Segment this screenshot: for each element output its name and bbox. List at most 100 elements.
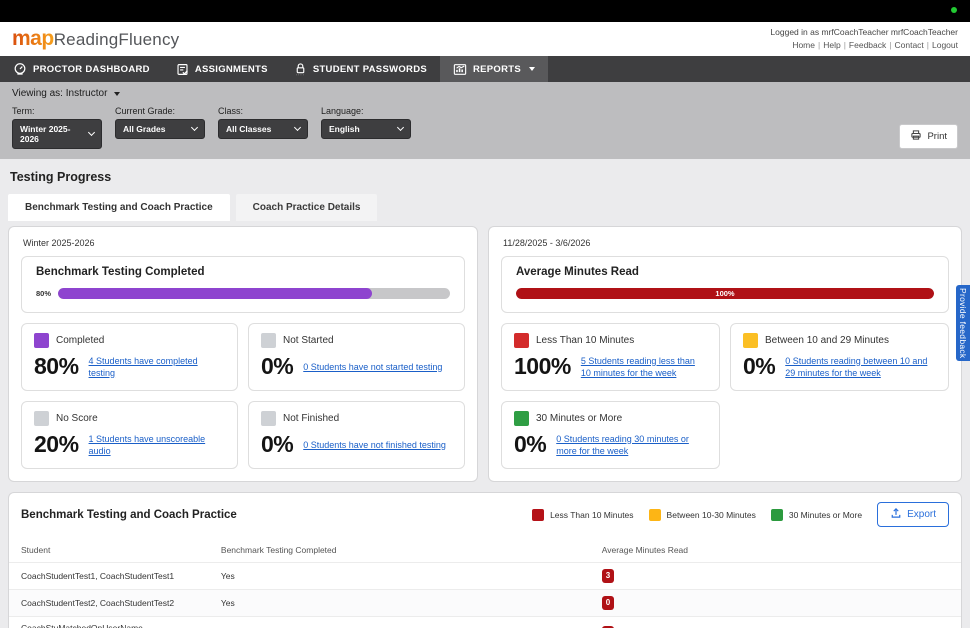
printer-icon — [910, 129, 922, 144]
completed-swatch — [34, 333, 49, 348]
stat-percent: 80% — [34, 353, 79, 380]
legend-yellow-swatch — [649, 509, 661, 521]
no-score-swatch — [34, 411, 49, 426]
link-separator: | — [818, 40, 820, 50]
table-row: CoachStuMatchedOnUserName, CoachStuMatch… — [9, 617, 961, 628]
completed-cell: Yes — [209, 563, 590, 590]
export-button[interactable]: Export — [877, 502, 949, 527]
nav-assignments[interactable]: ASSIGNMENTS — [163, 56, 281, 82]
between-10-29-students-link[interactable]: 0 Students reading between 10 and 29 min… — [785, 355, 936, 379]
stat-percent: 20% — [34, 431, 79, 458]
dashboard-gauge-icon — [13, 62, 27, 76]
header-links: Home|Help|Feedback|Contact|Logout — [770, 39, 958, 52]
less-than-10-students-link[interactable]: 5 Students reading less than 10 minutes … — [581, 355, 707, 379]
benchmark-table-panel: Benchmark Testing and Coach Practice Les… — [8, 492, 962, 628]
stat-card-less-than-10: Less Than 10 Minutes 100% 5 Students rea… — [501, 323, 720, 391]
term-value: Winter 2025-2026 — [20, 124, 89, 144]
term-filter: Term: Winter 2025-2026 — [12, 106, 102, 149]
home-link[interactable]: Home — [792, 40, 815, 50]
help-link[interactable]: Help — [823, 40, 840, 50]
tab-benchmark-and-coach-practice[interactable]: Benchmark Testing and Coach Practice — [8, 194, 230, 221]
viewing-as-dropdown[interactable]: Viewing as: Instructor — [12, 88, 958, 99]
export-label: Export — [907, 509, 936, 520]
between-10-29-swatch — [743, 333, 758, 348]
stat-card-not-started: Not Started 0% 0 Students have not start… — [248, 323, 465, 391]
minutes-badge: 3 — [602, 569, 614, 583]
tab-coach-practice-details[interactable]: Coach Practice Details — [236, 194, 378, 221]
map-logo-text: map — [12, 27, 54, 51]
student-name-cell: CoachStuMatchedOnUserName, CoachStuMatch… — [9, 617, 209, 628]
chevron-down-icon — [294, 124, 301, 131]
not-started-students-link[interactable]: 0 Students have not started testing — [303, 361, 442, 373]
no-score-students-link[interactable]: 1 Students have unscoreable audio — [89, 433, 225, 457]
benchmark-stats-grid: Completed 80% 4 Students have completed … — [21, 323, 465, 469]
legend-red-swatch — [532, 509, 544, 521]
completed-cell: Yes — [209, 617, 590, 628]
logged-in-text: Logged in as mrfCoachTeacher mrfCoachTea… — [770, 26, 958, 39]
term-select[interactable]: Winter 2025-2026 — [12, 119, 102, 149]
column-average-minutes: Average Minutes Read — [590, 536, 961, 563]
nav-student-passwords[interactable]: STUDENT PASSWORDS — [281, 56, 440, 82]
report-tabs: Benchmark Testing and Coach Practice Coa… — [8, 194, 962, 221]
export-icon — [890, 507, 902, 522]
reports-chart-icon — [453, 63, 467, 76]
language-select[interactable]: English — [321, 119, 411, 139]
benchmark-progress-title: Benchmark Testing Completed — [36, 266, 450, 278]
logout-link[interactable]: Logout — [932, 40, 958, 50]
nav-proctor-dashboard[interactable]: PROCTOR DASHBOARD — [0, 56, 163, 82]
minutes-stats-grid: Less Than 10 Minutes 100% 5 Students rea… — [501, 323, 949, 469]
class-label: Class: — [218, 106, 308, 116]
not-finished-students-link[interactable]: 0 Students have not finished testing — [303, 439, 446, 451]
app-header: map ReadingFluency Logged in as mrfCoach… — [0, 22, 970, 56]
viewing-as-label: Viewing as: Instructor — [12, 88, 107, 99]
link-separator: | — [844, 40, 846, 50]
benchmark-progress-percent: 80% — [36, 289, 52, 298]
grade-select[interactable]: All Grades — [115, 119, 205, 139]
stat-card-between-10-29: Between 10 and 29 Minutes 0% 0 Students … — [730, 323, 949, 391]
stat-label: Less Than 10 Minutes — [536, 335, 634, 346]
stat-label: No Score — [56, 413, 98, 424]
filters-row: Term: Winter 2025-2026 Current Grade: Al… — [12, 106, 958, 149]
class-value: All Classes — [226, 124, 271, 134]
column-benchmark-completed: Benchmark Testing Completed — [209, 536, 590, 563]
30-or-more-students-link[interactable]: 0 Students reading 30 minutes or more fo… — [556, 433, 707, 457]
term-sublabel: Winter 2025-2026 — [23, 238, 465, 248]
legend-label: Between 10-30 Minutes — [667, 510, 756, 520]
lock-icon — [294, 62, 307, 76]
header-user-area: Logged in as mrfCoachTeacher mrfCoachTea… — [770, 26, 958, 52]
nav-reports[interactable]: REPORTS — [440, 56, 548, 82]
table-header-bar: Benchmark Testing and Coach Practice Les… — [9, 493, 961, 536]
stat-card-not-finished: Not Finished 0% 0 Students have not fini… — [248, 401, 465, 469]
print-button[interactable]: Print — [899, 124, 958, 149]
minutes-bar-label: 100% — [516, 288, 934, 299]
progress-track: 100% — [516, 288, 934, 299]
language-label: Language: — [321, 106, 411, 116]
nav-label: STUDENT PASSWORDS — [313, 64, 427, 75]
table-row: CoachStudentTest1, CoachStudentTest1 Yes… — [9, 563, 961, 590]
main-content: Testing Progress Benchmark Testing and C… — [0, 159, 970, 628]
chevron-down-icon — [88, 129, 95, 136]
product-name: ReadingFluency — [54, 30, 180, 50]
legend-between-10-30: Between 10-30 Minutes — [649, 509, 756, 521]
table-row: CoachStudentTest2, CoachStudentTest2 Yes… — [9, 590, 961, 617]
provide-feedback-tab[interactable]: Provide feedback — [956, 285, 970, 361]
stat-percent: 0% — [261, 353, 293, 380]
feedback-link[interactable]: Feedback — [849, 40, 886, 50]
completed-students-link[interactable]: 4 Students have completed testing — [89, 355, 225, 379]
stat-percent: 100% — [514, 353, 571, 380]
table-title: Benchmark Testing and Coach Practice — [21, 509, 237, 521]
table-column-headers: Student Benchmark Testing Completed Aver… — [9, 536, 961, 563]
legend-label: 30 Minutes or More — [789, 510, 862, 520]
minutes-read-panel: 11/28/2025 - 3/6/2026 Average Minutes Re… — [488, 226, 962, 482]
chevron-down-icon — [114, 92, 120, 96]
legend-green-swatch — [771, 509, 783, 521]
status-dot — [951, 7, 957, 13]
stat-label: Completed — [56, 335, 104, 346]
not-started-swatch — [261, 333, 276, 348]
contact-link[interactable]: Contact — [894, 40, 923, 50]
minutes-badge: 0 — [602, 596, 614, 610]
class-filter: Class: All Classes — [218, 106, 308, 149]
class-select[interactable]: All Classes — [218, 119, 308, 139]
nav-label: REPORTS — [473, 64, 521, 75]
nav-label: PROCTOR DASHBOARD — [33, 64, 150, 75]
